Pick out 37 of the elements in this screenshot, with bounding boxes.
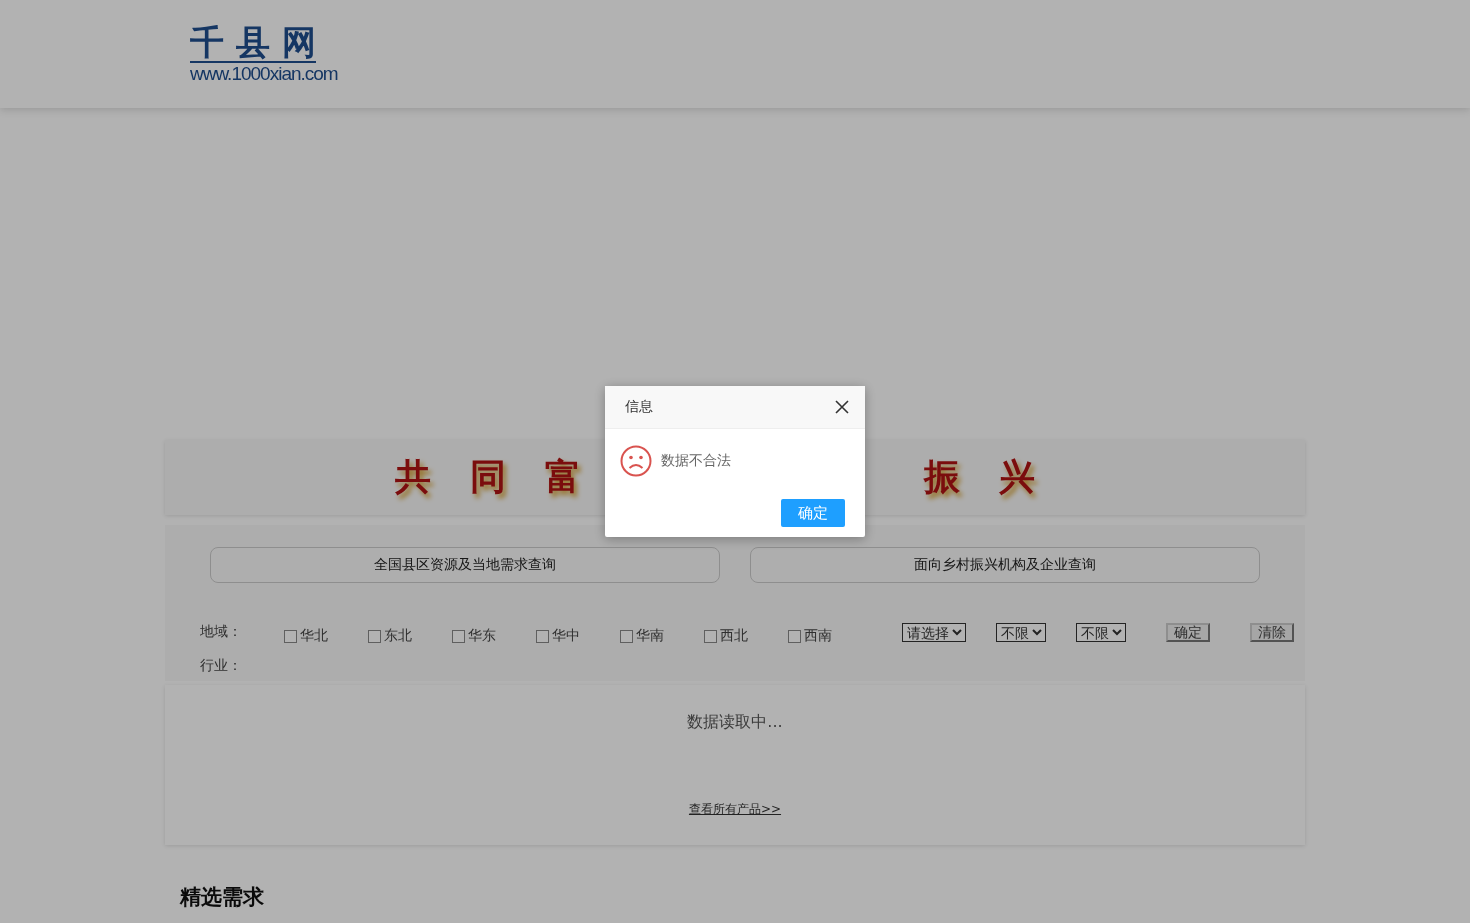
- query-tab[interactable]: 面向乡村振兴机构及企业查询: [750, 547, 1260, 583]
- close-icon[interactable]: [835, 400, 849, 414]
- dropdown[interactable]: 不限: [1076, 622, 1126, 642]
- checkbox-label: 西南: [804, 627, 832, 645]
- industry-label: 行业：: [200, 657, 243, 675]
- banner-character: 同: [470, 454, 506, 499]
- dropdown[interactable]: 不限: [996, 622, 1046, 642]
- checkbox-label: 华北: [300, 627, 328, 645]
- query-tab[interactable]: 全国县区资源及当地需求查询: [210, 547, 720, 583]
- loading-text: 数据读取中...: [687, 712, 783, 733]
- checkbox-label: 华中: [552, 627, 580, 645]
- checkbox[interactable]: [620, 629, 633, 643]
- filter-button[interactable]: 确定: [1166, 622, 1210, 642]
- banner-character: 富: [545, 454, 581, 499]
- logo-url: www.1000xian.com: [190, 63, 338, 85]
- region-label: 地域：: [200, 623, 243, 641]
- checkbox-label: 华南: [636, 627, 664, 645]
- checkbox[interactable]: [452, 629, 465, 643]
- checkbox-label: 西北: [720, 627, 748, 645]
- checkbox[interactable]: [284, 629, 297, 643]
- banner-character: 共: [395, 454, 431, 499]
- checkbox[interactable]: [704, 629, 717, 643]
- dropdown[interactable]: 请选择: [902, 622, 966, 642]
- banner-character: 兴: [999, 454, 1035, 499]
- dialog-message: 数据不合法: [661, 452, 731, 470]
- checkbox[interactable]: [788, 629, 801, 643]
- logo-title: 千 县 网: [190, 23, 316, 63]
- checkbox[interactable]: [368, 629, 381, 643]
- dialog-title: 信息: [625, 398, 653, 416]
- checkbox[interactable]: [536, 629, 549, 643]
- checkbox-label: 东北: [384, 627, 412, 645]
- checkbox-label: 华东: [468, 627, 496, 645]
- all-products-link[interactable]: 查看所有产品>>: [688, 801, 782, 818]
- filter-button[interactable]: 清除: [1250, 622, 1294, 642]
- banner-character: 振: [924, 454, 960, 499]
- sad-face-icon: [620, 445, 652, 477]
- section-title: 精选需求: [180, 885, 264, 909]
